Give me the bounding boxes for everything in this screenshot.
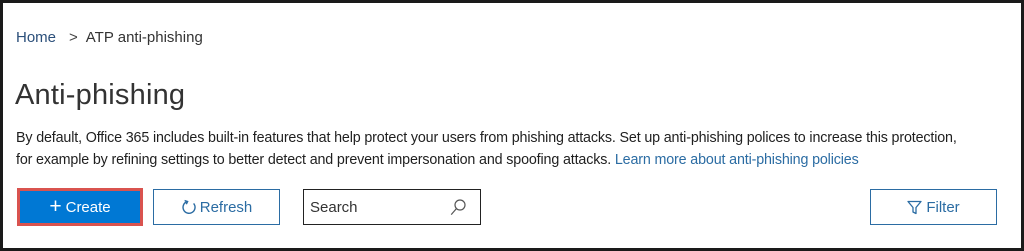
create-button-label: Create	[65, 198, 111, 216]
app-frame: Home > ATP anti-phishing Anti-phishing B…	[0, 0, 1024, 251]
search-input[interactable]	[310, 198, 440, 216]
search-icon[interactable]	[450, 199, 466, 216]
filter-button-label: Filter	[926, 198, 960, 216]
page-description: By default, Office 365 includes built-in…	[16, 127, 1020, 171]
page-title: Anti-phishing	[15, 79, 186, 111]
refresh-button-label: Refresh	[199, 198, 253, 216]
refresh-button[interactable]: Refresh	[153, 189, 280, 225]
search-box	[303, 189, 481, 225]
filter-button[interactable]: Filter	[870, 189, 997, 225]
plus-icon: +	[49, 194, 62, 218]
filter-icon	[907, 200, 922, 215]
breadcrumb-current: ATP anti-phishing	[85, 28, 203, 46]
breadcrumb: Home > ATP anti-phishing	[16, 27, 203, 47]
description-line-2: for example by refining settings to bett…	[16, 149, 1020, 171]
create-button[interactable]: + Create	[17, 188, 143, 226]
refresh-icon	[181, 199, 197, 215]
breadcrumb-home-link[interactable]: Home	[16, 29, 56, 46]
description-line-1: By default, Office 365 includes built-in…	[16, 130, 957, 146]
learn-more-link[interactable]: Learn more about anti-phishing policies	[615, 152, 859, 168]
breadcrumb-separator: >	[69, 28, 78, 46]
description-line-2-text: for example by refining settings to bett…	[16, 152, 612, 168]
